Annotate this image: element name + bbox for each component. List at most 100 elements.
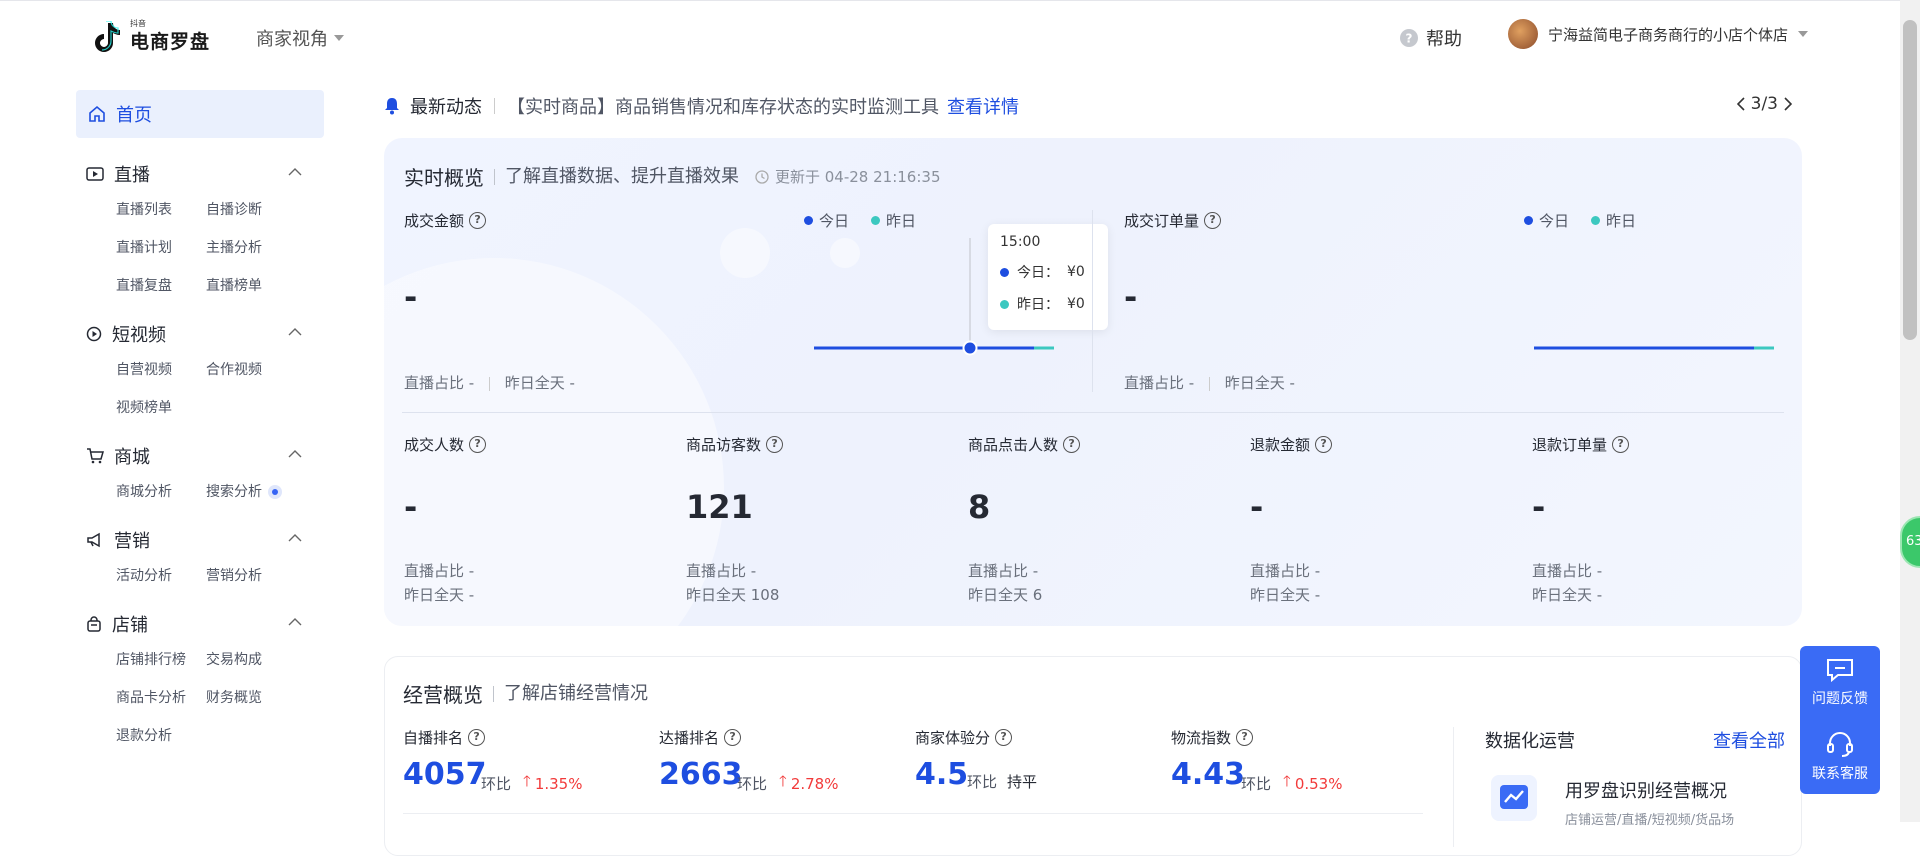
- store-switcher[interactable]: 宁海益简电子商务商行的小店个体店: [1508, 19, 1809, 49]
- nav-head-mall[interactable]: 商城: [76, 438, 324, 474]
- divider: [1092, 210, 1093, 392]
- metric-visitors-live-ratio: 直播占比 -: [686, 562, 757, 580]
- nav-head-shop[interactable]: 店铺: [76, 606, 324, 642]
- nav-head-marketing[interactable]: 营销: [76, 522, 324, 558]
- business-subtitle: 了解店铺经营情况: [493, 684, 648, 702]
- rank-experience-label: 商家体验分?: [915, 727, 1013, 748]
- help-icon[interactable]: ?: [995, 729, 1013, 746]
- ops-item-title[interactable]: 用罗盘识别经营概况: [1565, 777, 1727, 803]
- nav-head-live[interactable]: 直播: [76, 156, 324, 192]
- business-overview-card: 经营概览 了解店铺经营情况 自播排名? 4057 环比 🡑 1.35% 达播排名? …: [384, 656, 1802, 856]
- nav-item-self-diagnosis[interactable]: 自播诊断: [206, 198, 296, 222]
- nav-item-finance-overview[interactable]: 财务概览: [206, 686, 296, 710]
- realtime-title: 实时概览 了解直播数据、提升直播效果 更新于 04-28 21:16:35: [404, 162, 941, 191]
- feedback-button[interactable]: 问题反馈: [1800, 646, 1880, 720]
- store-name: 宁海益简电子商务商行的小店个体店: [1548, 25, 1789, 44]
- rank-logistics-compare: 环比 🡑 0.53%: [1241, 771, 1342, 796]
- business-title: 经营概览 了解店铺经营情况: [403, 679, 648, 708]
- nav-item-activity-analysis[interactable]: 活动分析: [116, 564, 206, 588]
- nav-item-live-list[interactable]: 直播列表: [116, 198, 206, 222]
- help-icon[interactable]: ?: [1063, 436, 1081, 453]
- help-icon[interactable]: ?: [1612, 436, 1630, 453]
- nav-item-search-analysis[interactable]: 搜索分析: [206, 480, 296, 504]
- arrow-up-icon: 🡑: [1283, 772, 1291, 790]
- rank-label-text: 达播排名: [659, 729, 720, 747]
- help-icon: ?: [1400, 29, 1418, 47]
- cart-icon: [87, 448, 104, 464]
- ops-item-icon: [1491, 775, 1537, 821]
- compare-label: 环比: [1241, 775, 1272, 793]
- tooltip-yesterday-row: 昨日： ¥0: [1000, 294, 1096, 314]
- nav-home[interactable]: 首页: [76, 90, 324, 138]
- help-icon[interactable]: ?: [469, 436, 487, 453]
- nav-head-label: 营销: [114, 531, 150, 552]
- chevron-left-icon[interactable]: [1736, 97, 1745, 111]
- nav-item-live-ranking[interactable]: 直播榜单: [206, 274, 296, 298]
- nav-group-mall: 商城 商城分析 搜索分析: [76, 438, 324, 504]
- nav-item-live-review[interactable]: 直播复盘: [116, 274, 206, 298]
- scrollbar-thumb[interactable]: [1903, 20, 1917, 340]
- tooltip-time: 15:00: [1000, 234, 1041, 250]
- help-icon[interactable]: ?: [766, 436, 784, 453]
- nav-item-marketing-analysis[interactable]: 营销分析: [206, 564, 296, 588]
- perspective-dropdown[interactable]: 商家视角: [256, 25, 344, 51]
- notice-detail-link[interactable]: 查看详情: [947, 93, 1019, 119]
- caret-down-icon: [334, 35, 344, 41]
- legend-text: 今日: [1539, 212, 1570, 230]
- metric-buyers-live-ratio: 直播占比 -: [404, 562, 475, 580]
- page-scrollbar[interactable]: [1900, 0, 1920, 822]
- floating-service-panel: 问题反馈 联系客服: [1800, 646, 1880, 794]
- nav-item-shop-ranking[interactable]: 店铺排行榜: [116, 648, 206, 672]
- legend-today[interactable]: 今日: [804, 210, 849, 231]
- metric-buyers-label: 成交人数?: [404, 434, 487, 455]
- rank-talent-live-value: 2663: [659, 757, 743, 792]
- rank-logistics-label: 物流指数?: [1171, 727, 1254, 748]
- help-icon[interactable]: ?: [468, 729, 486, 746]
- help-icon[interactable]: ?: [1204, 212, 1222, 229]
- legend-yesterday[interactable]: 昨日: [871, 210, 916, 231]
- metric-visitors-value: 121: [686, 488, 753, 526]
- logo[interactable]: 抖音 电商罗盘: [92, 19, 210, 54]
- help-icon[interactable]: ?: [469, 212, 487, 229]
- help-icon[interactable]: ?: [1315, 436, 1333, 453]
- help-icon[interactable]: ?: [724, 729, 742, 746]
- divider: [1208, 376, 1210, 391]
- nav-item-own-video[interactable]: 自营视频: [116, 358, 206, 382]
- nav-item-refund-analysis[interactable]: 退款分析: [116, 724, 206, 748]
- douyin-logo-icon: [95, 20, 120, 52]
- metric-clicks-value: 8: [968, 488, 991, 526]
- nav-item-video-ranking[interactable]: 视频榜单: [116, 396, 206, 420]
- notice-bar: 最新动态 【实时商品】商品销售情况和库存状态的实时监测工具 查看详情 3/3: [384, 90, 1802, 122]
- help-icon[interactable]: ?: [1236, 729, 1254, 746]
- legend-today[interactable]: 今日: [1524, 210, 1569, 231]
- live-icon: [86, 167, 104, 181]
- metric-refund-amount-live-ratio: 直播占比 -: [1250, 562, 1321, 580]
- help-label: 帮助: [1426, 29, 1462, 50]
- divider: [402, 412, 1784, 413]
- nav-item-anchor-analysis[interactable]: 主播分析: [206, 236, 296, 260]
- nav-item-mall-analysis[interactable]: 商城分析: [116, 480, 206, 504]
- orders-trend-chart[interactable]: [1534, 338, 1784, 358]
- rank-label-text: 物流指数: [1171, 729, 1232, 747]
- compare-delta: 2.78%: [790, 774, 839, 793]
- metric-label-text: 退款订单量: [1532, 436, 1608, 454]
- nav-head-video[interactable]: 短视频: [76, 316, 324, 352]
- metric-buyers-value: -: [404, 488, 418, 526]
- home-icon: [89, 105, 105, 122]
- feedback-label: 问题反馈: [1812, 691, 1868, 707]
- nav-item-coop-video[interactable]: 合作视频: [206, 358, 296, 382]
- legend-yesterday[interactable]: 昨日: [1591, 210, 1636, 231]
- gmv-label: 成交金额 ?: [404, 210, 487, 231]
- nav-item-product-card-analysis[interactable]: 商品卡分析: [116, 686, 206, 710]
- help-link[interactable]: ? 帮助: [1400, 25, 1462, 51]
- customer-service-button[interactable]: 联系客服: [1800, 720, 1880, 794]
- logo-small-text: 抖音: [130, 19, 146, 28]
- nav-item-live-plan[interactable]: 直播计划: [116, 236, 206, 260]
- chevron-right-icon[interactable]: [1784, 97, 1792, 111]
- ops-view-all-link[interactable]: 查看全部: [1713, 727, 1785, 753]
- orders-sub: 直播占比 - 昨日全天 -: [1124, 372, 1295, 393]
- nav-item-trade-composition[interactable]: 交易构成: [206, 648, 296, 672]
- rank-self-live-label: 自播排名?: [403, 727, 486, 748]
- divider: [494, 98, 495, 114]
- metric-visitors-yesterday: 昨日全天 108: [686, 586, 780, 604]
